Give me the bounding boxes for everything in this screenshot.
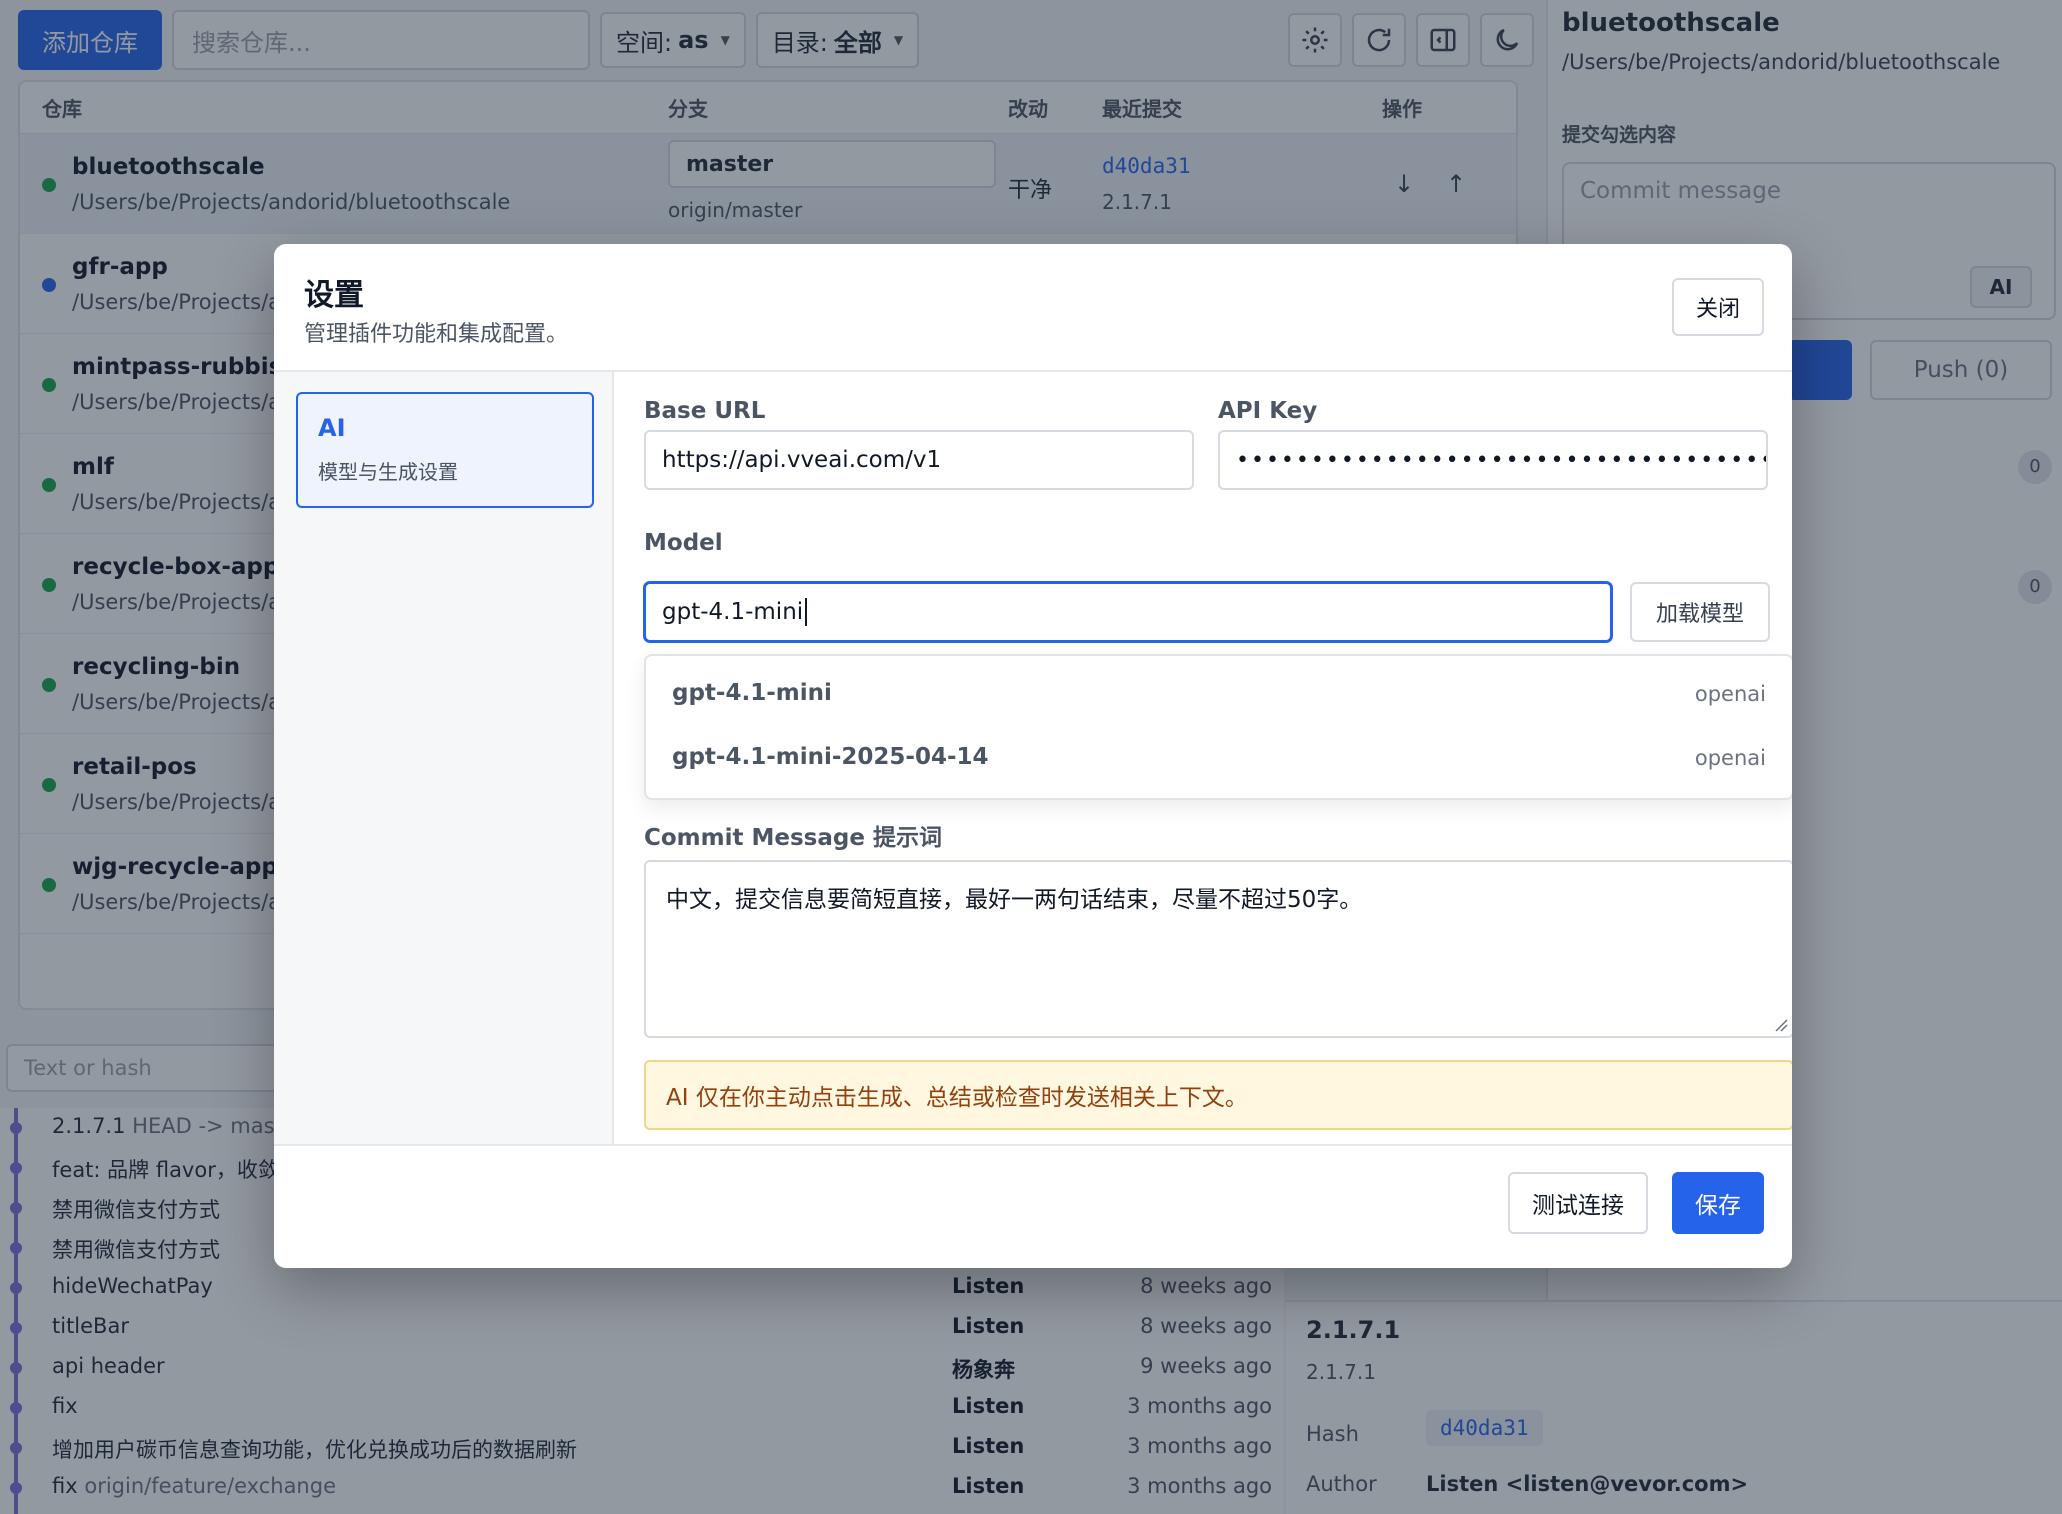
nav-item-title: AI	[318, 414, 346, 442]
model-suggestions: gpt-4.1-mini openai gpt-4.1-mini-2025-04…	[644, 654, 1792, 800]
dialog-subtitle: 管理插件功能和集成配置。	[304, 322, 569, 347]
save-button[interactable]: 保存	[1672, 1172, 1764, 1234]
settings-body: Base URL https://api.vveai.com/v1 API Ke…	[614, 372, 1792, 1144]
nav-item-subtitle: 模型与生成设置	[318, 460, 458, 484]
model-input-value: gpt-4.1-mini	[662, 599, 804, 625]
privacy-notice: AI 仅在你主动点击生成、总结或检查时发送相关上下文。	[644, 1060, 1792, 1130]
close-button[interactable]: 关闭	[1672, 278, 1764, 336]
dialog-footer: 测试连接 保存	[274, 1144, 1792, 1268]
model-option-provider: openai	[1694, 746, 1766, 770]
dialog-title: 设置	[304, 278, 364, 313]
model-option[interactable]: gpt-4.1-mini openai	[646, 664, 1792, 728]
settings-dialog: 设置 管理插件功能和集成配置。 关闭 AI 模型与生成设置 Base URL h…	[274, 244, 1792, 1268]
nav-item-ai[interactable]: AI 模型与生成设置	[296, 392, 594, 508]
text-cursor	[805, 598, 808, 626]
base-url-input[interactable]: https://api.vveai.com/v1	[644, 430, 1194, 490]
settings-nav: AI 模型与生成设置	[274, 372, 614, 1144]
api-key-label: API Key	[1218, 398, 1318, 424]
model-option-name: gpt-4.1-mini	[672, 680, 832, 706]
test-connection-button[interactable]: 测试连接	[1508, 1172, 1648, 1234]
model-option[interactable]: gpt-4.1-mini-2025-04-14 openai	[646, 728, 1792, 792]
model-label: Model	[644, 530, 723, 556]
resize-handle-icon[interactable]	[1774, 1018, 1788, 1032]
model-option-name: gpt-4.1-mini-2025-04-14	[672, 744, 989, 770]
prompt-text: 中文，提交信息要简短直接，最好一两句话结束，尽量不超过50字。	[666, 887, 1363, 913]
model-input[interactable]: gpt-4.1-mini	[644, 582, 1612, 642]
dialog-header: 设置 管理插件功能和集成配置。 关闭	[274, 244, 1792, 372]
model-option-provider: openai	[1694, 682, 1766, 706]
prompt-textarea[interactable]: 中文，提交信息要简短直接，最好一两句话结束，尽量不超过50字。	[644, 860, 1792, 1038]
base-url-label: Base URL	[644, 398, 766, 424]
load-models-button[interactable]: 加载模型	[1630, 582, 1770, 642]
api-key-input[interactable]: ••••••••••••••••••••••••••••••••••••••••…	[1218, 430, 1768, 490]
prompt-label: Commit Message 提示词	[644, 825, 942, 851]
